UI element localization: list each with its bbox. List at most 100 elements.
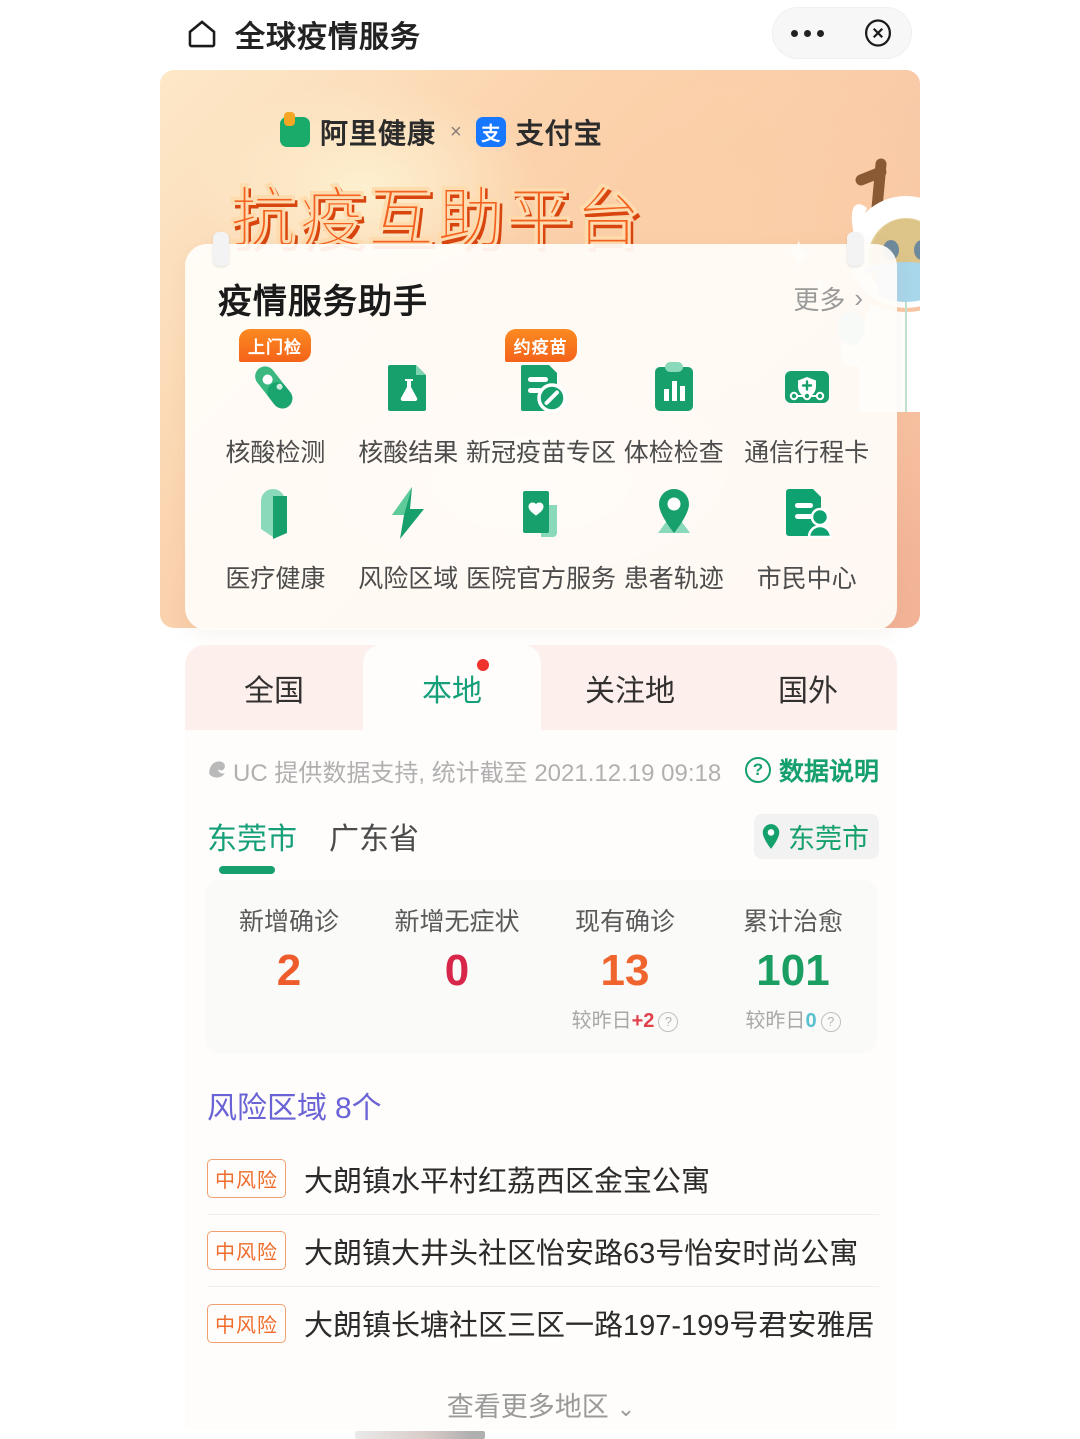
service-item-label: 通信行程卡 [744,439,870,467]
stat-new-asymptomatic: 新增无症状 0 [373,902,541,1033]
service-grid: 上门检 核酸检测 核酸结果 约疫苗 新冠疫苗专区 体检检查 通信行程卡 医疗健康… [185,323,897,595]
stat-label: 新增确诊 [238,908,339,936]
home-icon[interactable] [185,17,219,51]
service-grid-row-1: 上门检 核酸检测 核酸结果 约疫苗 新冠疫苗专区 体检检查 通信行程卡 [209,329,873,469]
stat-delta-help-icon[interactable]: ? [658,1011,679,1032]
stat-total-cured: 累计治愈 101 较昨日0? [709,902,877,1033]
stat-label: 新增无症状 [394,908,520,936]
service-item-hospital-service[interactable]: 医院官方服务 [466,469,616,595]
view-more-areas-label: 查看更多地区 [446,1392,609,1423]
data-source-row: UC 提供数据支持, 统计截至 2021.12.19 09:18 ? 数据说明 [185,730,897,788]
alipay-logo-icon: 支 [475,117,506,147]
service-item-badge: 上门检 [239,329,311,362]
risk-area-header[interactable]: 风险区域 8个 [185,1053,897,1127]
service-card-header: 疫情服务助手 更多 › [185,244,897,323]
hospital-heart-icon [511,483,571,543]
more-dots-icon[interactable] [791,29,825,37]
stat-new-confirmed: 新增确诊 2 [205,902,373,1033]
tab-label: 国外 [778,674,838,708]
tab-label: 全国 [244,674,304,708]
tab-nationwide[interactable]: 全国 [185,645,363,730]
page-title: 全球疫情服务 [235,21,421,54]
service-item-label: 医疗健康 [225,565,326,593]
alipay-name: 支付宝 [515,118,603,149]
tab-label: 关注地 [585,674,675,708]
stat-value: 101 [756,946,830,995]
stat-delta-value: +2 [631,1010,655,1033]
brand-separator: × [450,120,462,143]
topbar-actions [772,7,912,59]
service-item-label: 新冠疫苗专区 [465,439,616,467]
data-explanation-button[interactable]: ? 数据说明 [744,752,879,788]
chevron-down-icon: ⌄ [616,1396,636,1422]
top-bar: 全球疫情服务 [0,0,1080,68]
service-item-health-checkup[interactable]: 体检检查 [607,343,740,469]
clipboard-chart-icon [644,357,704,417]
risk-address: 大朗镇水平村红荔西区金宝公寓 [304,1165,711,1198]
service-item-label: 核酸结果 [358,439,459,467]
stat-delta-value: 0 [805,1010,817,1033]
card-pin-left [213,232,229,266]
region-tab-province[interactable]: 广东省 [329,814,419,874]
service-card-more-button[interactable]: 更多 › [793,280,863,317]
data-explanation-label: 数据说明 [778,758,879,786]
stat-delta-help-icon[interactable]: ? [820,1011,841,1032]
service-item-patient-trace[interactable]: 患者轨迹 [607,469,740,595]
card-pin-right [847,232,863,266]
risk-list-item[interactable]: 中风险 大朗镇长塘社区三区一路197-199号君安雅居 [207,1287,879,1359]
risk-address: 大朗镇大井头社区怡安路63号怡安时尚公寓 [304,1237,859,1270]
region-tab-label: 东莞市 [207,823,297,856]
tab-notification-dot-icon [477,659,489,671]
close-circle-icon[interactable] [863,18,893,48]
service-item-label: 风险区域 [358,565,459,593]
current-location-button[interactable]: 东莞市 [754,814,879,859]
test-tube-icon [245,357,305,417]
service-item-badge: 约疫苗 [504,329,577,362]
uc-browser-icon [209,761,225,778]
map-pin-icon [644,483,704,543]
service-item-nucleic-result[interactable]: 核酸结果 [342,343,475,469]
scope-tabs: 全国 本地 关注地 国外 [185,645,897,730]
stat-delta: 较昨日+2? [541,1004,709,1033]
stat-delta-prefix: 较昨日 [571,1010,632,1033]
ali-health-logo-icon [280,112,310,147]
risk-list-item[interactable]: 中风险 大朗镇水平村红荔西区金宝公寓 [207,1143,879,1216]
region-tab-label: 广东省 [329,823,419,856]
service-card-title: 疫情服务助手 [218,283,428,321]
service-item-risk-area[interactable]: 风险区域 [342,469,475,595]
chevron-right-icon: › [854,283,863,313]
lab-report-icon [378,357,438,417]
service-item-citizen-center[interactable]: 市民中心 [740,469,873,595]
risk-list-item[interactable]: 中风险 大朗镇大井头社区怡安路63号怡安时尚公寓 [207,1215,879,1288]
region-tab-city[interactable]: 东莞市 [207,814,297,874]
question-mark-icon: ? [744,757,771,783]
service-item-nucleic-test[interactable]: 上门检 核酸检测 [209,329,342,469]
vaccine-form-icon [511,357,571,417]
service-item-label: 医院官方服务 [465,565,616,593]
service-item-medical-health[interactable]: 医疗健康 [209,469,342,595]
stat-current-confirmed: 现有确诊 13 较昨日+2? [541,902,709,1033]
service-item-vaccine-zone[interactable]: 约疫苗 新冠疫苗专区 [466,329,616,469]
heart-shield-icon [245,483,305,543]
stat-value: 0 [444,946,470,995]
current-location-label: 东莞市 [788,824,869,854]
service-item-label: 核酸检测 [225,439,326,467]
brand-row: 阿里健康 × 支 支付宝 [280,112,603,152]
tab-overseas[interactable]: 国外 [719,645,897,730]
service-item-label: 市民中心 [756,565,857,593]
ali-health-name: 阿里健康 [320,118,437,149]
stat-label: 累计治愈 [742,908,843,936]
tab-local[interactable]: 本地 [363,645,541,730]
service-card-more-label: 更多 [793,285,846,315]
risk-area-count: 8个 [335,1092,382,1126]
service-grid-row-2: 医疗健康 风险区域 医院官方服务 患者轨迹 市民中心 [209,469,873,595]
tab-followed[interactable]: 关注地 [541,645,719,730]
citizen-center-icon [777,483,837,543]
risk-level-badge: 中风险 [207,1303,286,1343]
service-item-travel-card[interactable]: 通信行程卡 [740,343,873,469]
location-pin-icon [762,823,780,849]
lightning-icon [378,483,438,543]
view-more-areas-button[interactable]: 查看更多地区 ⌄ [185,1385,897,1424]
service-item-label: 体检检查 [623,439,724,467]
local-epidemic-panel: UC 提供数据支持, 统计截至 2021.12.19 09:18 ? 数据说明 … [185,730,897,1430]
